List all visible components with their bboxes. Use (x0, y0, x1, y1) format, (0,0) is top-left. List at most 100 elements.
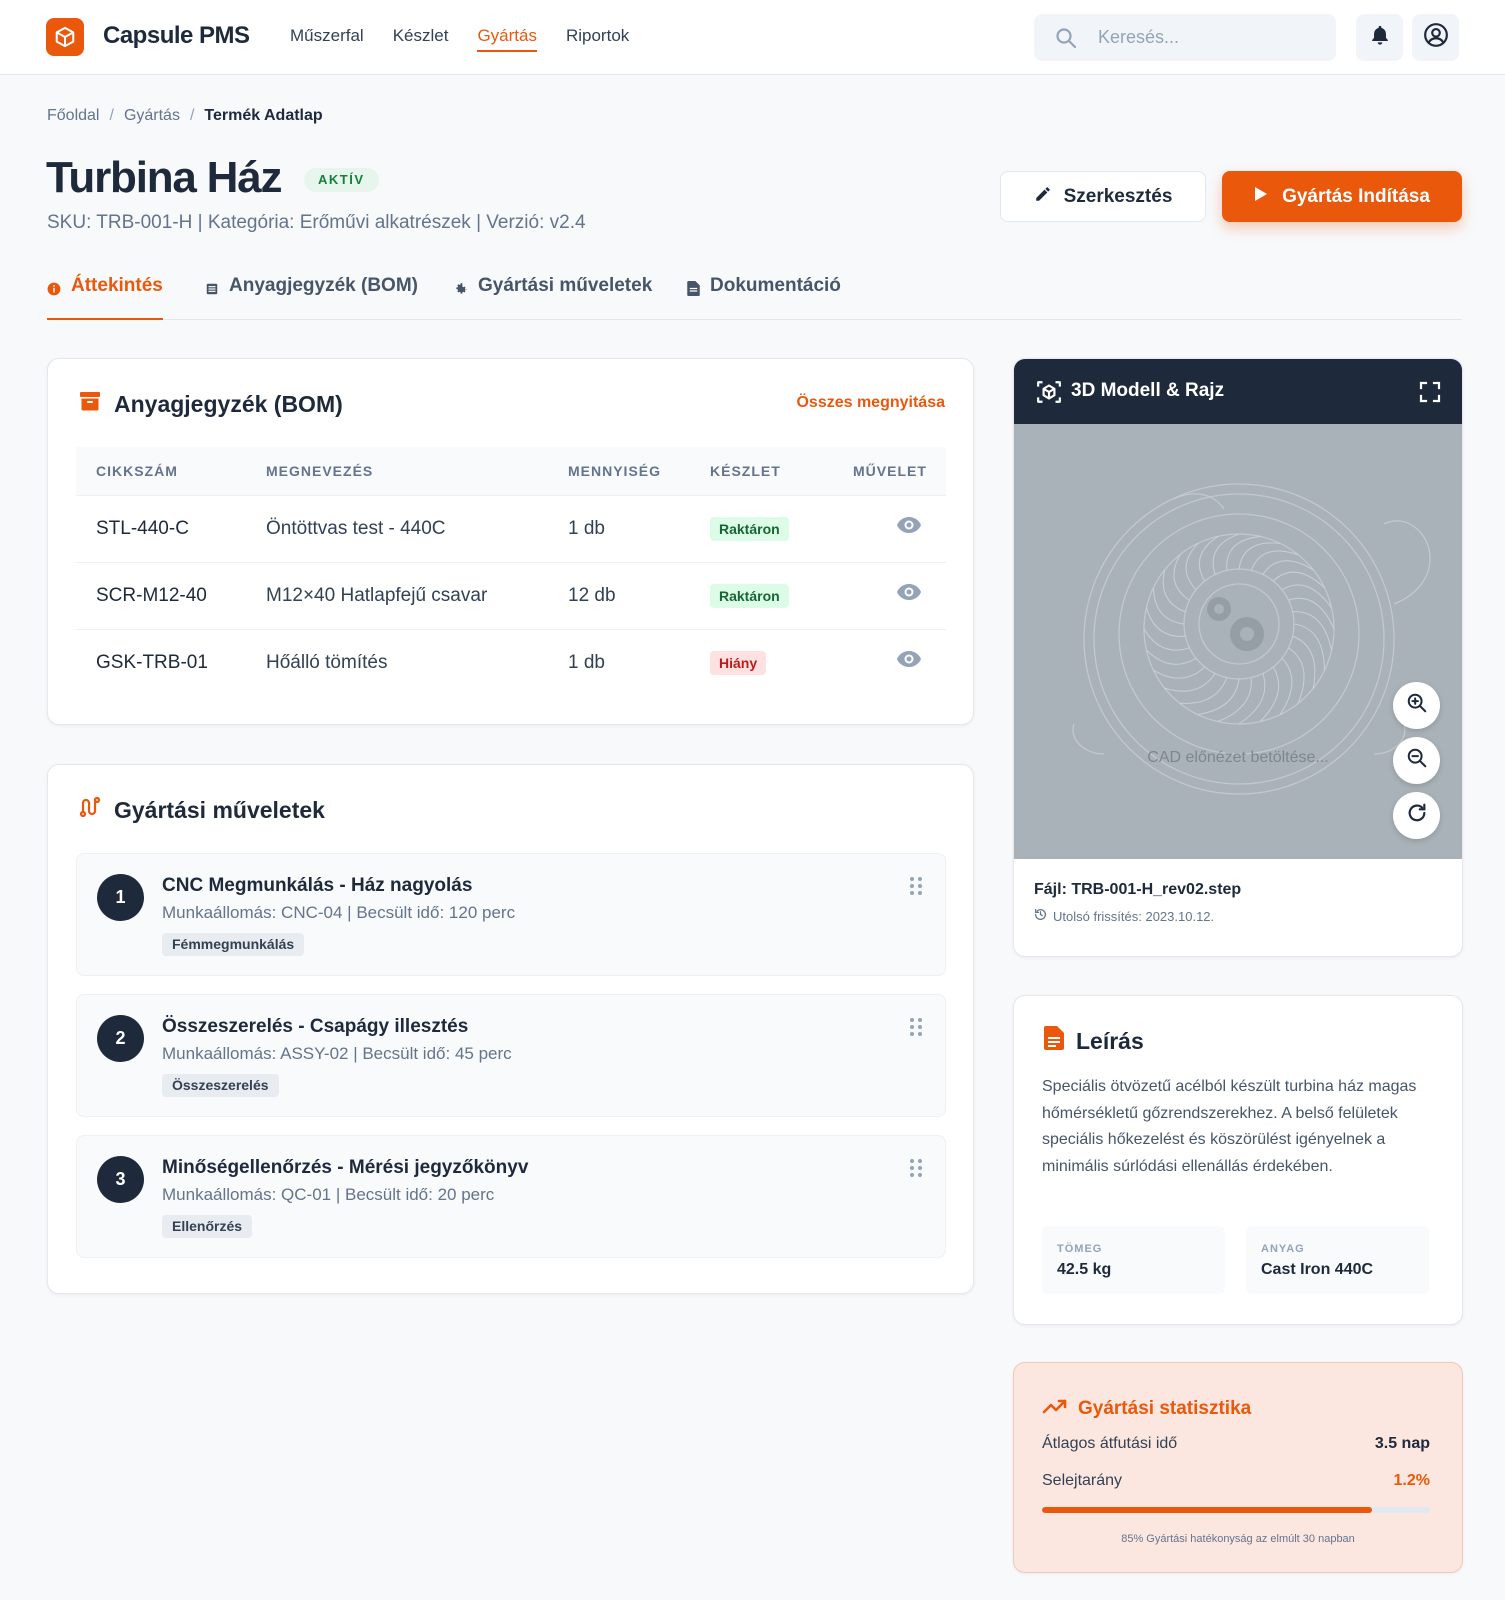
tab-bom-label: Anyagjegyzék (BOM) (229, 275, 418, 296)
main-nav: Műszerfal Készlet Gyártás Riportok (290, 26, 629, 52)
start-production-button[interactable]: Gyártás Indítása (1222, 171, 1462, 222)
spec-material: ANYAG Cast Iron 440C (1246, 1226, 1429, 1294)
top-navigation-bar: Capsule PMS Műszerfal Készlet Gyártás Ri… (0, 0, 1505, 75)
drag-handle-icon[interactable] (909, 1017, 923, 1042)
bom-title-label: Anyagjegyzék (BOM) (114, 390, 343, 417)
model-updated: Utolsó frissítés: 2023.10.12. (1034, 908, 1214, 924)
drag-handle-icon[interactable] (909, 876, 923, 901)
spec-weight: TÖMEG 42.5 kg (1042, 1226, 1225, 1294)
operation-step-number: 3 (97, 1156, 144, 1203)
breadcrumb-home[interactable]: Főoldal (47, 107, 99, 125)
turbine-blade (1293, 623, 1326, 671)
tab-operations[interactable]: Gyártási műveletek (454, 275, 652, 320)
operation-item[interactable]: 2 Összeszerelés - Csapágy illesztés Munkaá… (76, 994, 946, 1117)
bom-card-title: Anyagjegyzék (BOM) (78, 389, 343, 419)
brand-name[interactable]: Capsule PMS (103, 22, 250, 50)
breadcrumb: Főoldal / Gyártás / Termék Adatlap (47, 107, 323, 125)
breadcrumb-current: Termék Adatlap (204, 107, 323, 124)
operation-item[interactable]: 3 Minőségellenőrzés - Mérési jegyzőkönyv M… (76, 1135, 946, 1258)
view-eye-icon[interactable] (896, 650, 922, 674)
operation-item[interactable]: 1 CNC Megmunkálás - Ház nagyolás Munkaállo… (76, 853, 946, 976)
tab-documentation[interactable]: Dokumentáció (687, 275, 841, 320)
cell-sku: SCR-M12-40 (96, 585, 207, 606)
turbine-blade (1152, 587, 1185, 625)
efficiency-progress-fill (1042, 1507, 1372, 1513)
production-stats-card: Gyártási statisztika Átlagos átfutási id… (1013, 1362, 1463, 1573)
search-input[interactable] (1098, 14, 1328, 61)
view-eye-icon[interactable] (896, 583, 922, 607)
stat-scrap-rate-value: 1.2% (1393, 1472, 1430, 1489)
notifications-button[interactable] (1356, 14, 1403, 61)
cell-quantity: 12 db (568, 585, 616, 606)
turbine-blade (1217, 677, 1252, 723)
product-meta: SKU: TRB-001-H | Kategória: Erőművi alka… (47, 212, 586, 233)
turbine-blade (1238, 542, 1281, 570)
breadcrumb-separator: / (189, 107, 195, 124)
nav-item-reports[interactable]: Riportok (566, 26, 629, 52)
stats-title: Gyártási statisztika (1042, 1396, 1251, 1422)
tab-overview[interactable]: Áttekintés (47, 275, 163, 320)
description-card-title: Leírás (1044, 1026, 1144, 1056)
reset-view-button[interactable] (1393, 792, 1440, 839)
cube-3d-icon (1036, 379, 1062, 410)
edit-button[interactable]: Szerkesztés (1000, 171, 1206, 222)
drag-handle-icon[interactable] (909, 1158, 923, 1183)
breadcrumb-separator: / (109, 107, 114, 124)
model-card-header: 3D Modell & Rajz (1014, 359, 1462, 424)
trending-up-icon (1042, 1396, 1068, 1422)
spec-material-label: ANYAG (1261, 1243, 1305, 1255)
stock-badge: Raktáron (710, 584, 789, 608)
operation-details: Munkaállomás: QC-01 | Becsült idő: 20 pe… (162, 1185, 495, 1204)
zoom-out-button[interactable] (1393, 737, 1440, 784)
turbine-blade (1197, 678, 1240, 716)
cell-sku: STL-440-C (96, 518, 189, 539)
stat-lead-time: Átlagos átfutási idő 3.5 nap (1042, 1435, 1430, 1453)
description-card: Leírás Speciális ötvözetű acélból készül… (1013, 995, 1463, 1325)
turbine-blade (1279, 657, 1293, 715)
status-badge: AKTÍV (304, 168, 379, 192)
turbine-blade (1153, 666, 1206, 679)
model-title: 3D Modell & Rajz (1071, 380, 1225, 401)
efficiency-note: 85% Gyártási hatékonyság az elmúlt 30 na… (1121, 1533, 1355, 1545)
zoom-out-icon (1406, 747, 1428, 774)
cad-viewer[interactable]: CAD előnézet betöltése... (1014, 424, 1462, 859)
nav-item-dashboard[interactable]: Műszerfal (290, 26, 364, 52)
document-icon (687, 280, 700, 302)
info-icon (47, 280, 61, 302)
stats-title-label: Gyártási statisztika (1078, 1398, 1252, 1419)
operation-details: Munkaállomás: CNC-04 | Becsült idő: 120 … (162, 903, 516, 922)
description-title-label: Leírás (1076, 1027, 1144, 1054)
operation-tag: Összeszerelés (162, 1074, 279, 1097)
zoom-in-button[interactable] (1393, 682, 1440, 729)
turbine-blade (1212, 533, 1240, 575)
gear-icon (454, 280, 468, 302)
operation-title: Összeszerelés - Csapágy illesztés (162, 1016, 469, 1037)
pencil-icon (1034, 185, 1052, 209)
view-eye-icon[interactable] (896, 516, 922, 540)
nav-item-inventory[interactable]: Készlet (393, 26, 449, 52)
breadcrumb-production[interactable]: Gyártás (124, 107, 180, 125)
logo-cube-icon[interactable] (46, 18, 84, 56)
spec-material-value: Cast Iron 440C (1261, 1261, 1374, 1278)
spec-weight-value: 42.5 kg (1057, 1261, 1112, 1278)
turbine-blade (1185, 543, 1199, 591)
fullscreen-icon[interactable] (1418, 380, 1442, 409)
tab-bom[interactable]: Anyagjegyzék (BOM) (205, 275, 418, 320)
header-sku: CIKKSZÁM (96, 463, 178, 479)
spec-weight-label: TÖMEG (1057, 1243, 1103, 1255)
edit-button-label: Szerkesztés (1063, 185, 1173, 207)
cell-quantity: 1 db (568, 518, 605, 539)
header-action: MŰVELET (853, 463, 927, 479)
user-profile-button[interactable] (1412, 14, 1459, 61)
operations-card: Gyártási műveletek 1 CNC Megmunkálás - Há… (47, 764, 974, 1294)
nav-item-production[interactable]: Gyártás (477, 26, 537, 52)
cell-name: Hőálló tömítés (266, 652, 388, 673)
bell-icon (1369, 23, 1391, 52)
header-quantity: MENNYISÉG (568, 463, 662, 479)
user-circle-icon (1423, 22, 1449, 53)
tab-overview-label: Áttekintés (71, 275, 163, 296)
open-all-link[interactable]: Összes megnyitása (796, 394, 945, 412)
model-file-name[interactable]: Fájl: TRB-001-H_rev02.step (1034, 881, 1241, 899)
stat-lead-time-label: Átlagos átfutási idő (1042, 1435, 1178, 1452)
model-updated-text: Utolsó frissítés: 2023.10.12. (1053, 908, 1215, 924)
